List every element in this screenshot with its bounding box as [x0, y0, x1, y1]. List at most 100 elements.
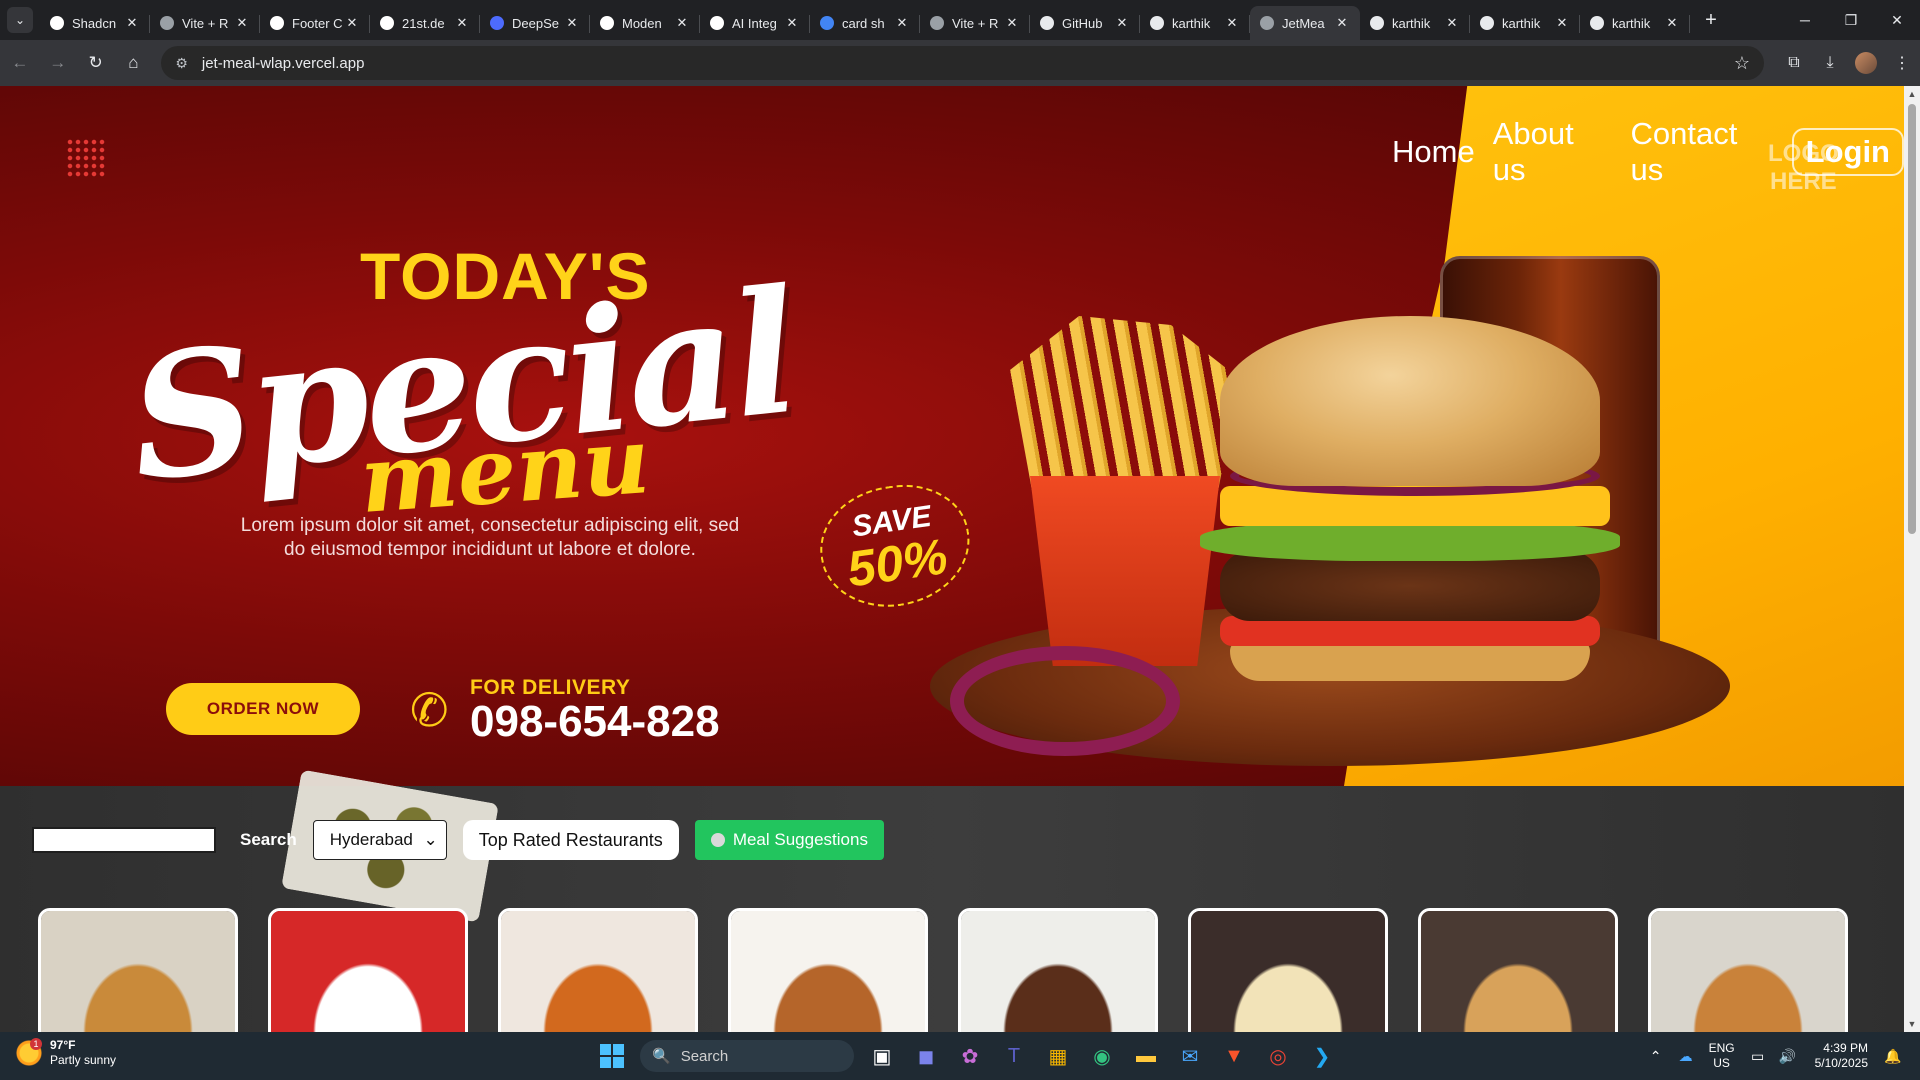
notification-icon[interactable]: 🔔 [1878, 1036, 1908, 1076]
window-controls: ─ ❐ ✕ [1782, 0, 1920, 40]
extensions-icon[interactable]: ⧉ [1776, 45, 1812, 81]
browser-tab[interactable]: Vite + R ✕ [920, 6, 1030, 40]
restaurant-card-image [1191, 911, 1385, 1045]
menu-icon[interactable]: ⋮ [1884, 45, 1920, 81]
tab-title: karthik [1612, 15, 1651, 31]
browser-tab[interactable]: JetMea ✕ [1250, 6, 1360, 40]
url-text[interactable]: jet-meal-wlap.vercel.app [202, 55, 1734, 72]
restaurant-card[interactable] [268, 908, 468, 1048]
restaurant-card[interactable] [728, 908, 928, 1048]
browser-tab[interactable]: karthik ✕ [1580, 6, 1690, 40]
tab-favicon-icon [1370, 16, 1384, 30]
tab-close-icon[interactable]: ✕ [894, 15, 910, 31]
tab-close-icon[interactable]: ✕ [564, 15, 580, 31]
top-rated-button[interactable]: Top Rated Restaurants [462, 820, 679, 860]
scroll-thumb[interactable] [1908, 104, 1916, 534]
profile-avatar[interactable] [1854, 52, 1877, 74]
tab-close-icon[interactable]: ✕ [1664, 15, 1680, 31]
nav-about-link[interactable]: About us [1493, 116, 1613, 188]
login-button[interactable]: Login [1791, 128, 1904, 176]
file-explorer-icon[interactable]: ▬ [1126, 1036, 1166, 1076]
restaurant-card[interactable] [38, 908, 238, 1048]
reload-button[interactable]: ↻ [78, 45, 114, 81]
browser-tab[interactable]: GitHub ✕ [1030, 6, 1140, 40]
tab-close-icon[interactable]: ✕ [124, 15, 140, 31]
store-icon[interactable]: ▦ [1038, 1036, 1078, 1076]
weather-widget[interactable]: 1 97°F Partly sunny [16, 1038, 116, 1068]
browser-tab[interactable]: karthik ✕ [1470, 6, 1580, 40]
tab-close-icon[interactable]: ✕ [1004, 15, 1020, 31]
mail-icon[interactable]: ✉ [1170, 1036, 1210, 1076]
tab-close-icon[interactable]: ✕ [1114, 15, 1130, 31]
restore-button[interactable]: ❐ [1828, 0, 1874, 40]
chrome-icon[interactable]: ◎ [1258, 1036, 1298, 1076]
minimize-button[interactable]: ─ [1782, 0, 1828, 40]
taskbar-search[interactable]: 🔍 Search [640, 1040, 854, 1072]
browser-tab[interactable]: Footer C ✕ [260, 6, 370, 40]
browser-tab[interactable]: Moden ✕ [590, 6, 700, 40]
task-view-icon[interactable]: ▣ [862, 1036, 902, 1076]
tab-close-icon[interactable]: ✕ [1334, 15, 1350, 31]
bun-top [1220, 316, 1600, 486]
restaurant-card[interactable] [1648, 908, 1848, 1048]
lettuce-layer [1200, 521, 1620, 561]
page-scrollbar[interactable]: ▲ ▼ [1904, 86, 1920, 1032]
tab-close-icon[interactable]: ✕ [1444, 15, 1460, 31]
forward-button[interactable]: → [40, 45, 76, 81]
back-button[interactable]: ← [2, 45, 38, 81]
tab-favicon-icon [930, 16, 944, 30]
onedrive-icon[interactable]: ☁ [1671, 1036, 1701, 1076]
scroll-up-arrow[interactable]: ▲ [1904, 86, 1920, 102]
download-icon[interactable]: ⤓ [1812, 45, 1848, 81]
tab-close-icon[interactable]: ✕ [454, 15, 470, 31]
tab-close-icon[interactable]: ✕ [344, 15, 360, 31]
tab-close-icon[interactable]: ✕ [1554, 15, 1570, 31]
meal-suggestions-toggle[interactable]: Meal Suggestions [694, 820, 884, 860]
restaurant-card[interactable] [1418, 908, 1618, 1048]
nav-home-link[interactable]: Home [1392, 134, 1475, 170]
browser-tab[interactable]: Shadcn ✕ [40, 6, 150, 40]
copilot-icon[interactable]: ✿ [950, 1036, 990, 1076]
language-indicator[interactable]: ENG US [1709, 1041, 1735, 1071]
browser-tab[interactable]: karthik ✕ [1140, 6, 1250, 40]
tab-close-icon[interactable]: ✕ [1224, 15, 1240, 31]
vscode-icon[interactable]: ❯ [1302, 1036, 1342, 1076]
browser-tab[interactable]: AI Integ ✕ [700, 6, 810, 40]
new-tab-button[interactable]: + [1694, 3, 1728, 37]
chat-icon[interactable]: ◼ [906, 1036, 946, 1076]
tab-title: 21st.de [402, 15, 445, 31]
edge-icon[interactable]: ◉ [1082, 1036, 1122, 1076]
hero-description: Lorem ipsum dolor sit amet, consectetur … [240, 515, 740, 560]
browser-tab[interactable]: 21st.de ✕ [370, 6, 480, 40]
nav-contact-link[interactable]: Contact us [1631, 116, 1776, 188]
clock[interactable]: 4:39 PM 5/10/2025 [1815, 1041, 1868, 1071]
address-bar[interactable]: ⚙ jet-meal-wlap.vercel.app ☆ [161, 46, 1764, 80]
restaurant-card[interactable] [498, 908, 698, 1048]
browser-tab[interactable]: DeepSe ✕ [480, 6, 590, 40]
tab-close-icon[interactable]: ✕ [784, 15, 800, 31]
site-info-icon[interactable]: ⚙ [175, 55, 188, 72]
volume-icon[interactable]: 🔊 [1773, 1036, 1803, 1076]
order-now-button[interactable]: ORDER NOW [166, 683, 360, 735]
browser-tab[interactable]: Vite + R ✕ [150, 6, 260, 40]
search-input[interactable] [32, 827, 216, 853]
tab-close-icon[interactable]: ✕ [674, 15, 690, 31]
start-button[interactable] [592, 1036, 632, 1076]
bookmark-star-icon[interactable]: ☆ [1734, 53, 1750, 74]
city-select[interactable]: Hyderabad ⌄ [312, 820, 447, 860]
teams-icon[interactable]: T [994, 1036, 1034, 1076]
restaurant-card[interactable] [1188, 908, 1388, 1048]
close-window-button[interactable]: ✕ [1874, 0, 1920, 40]
home-button[interactable]: ⌂ [115, 45, 151, 81]
phone-icon: ✆ [410, 684, 449, 736]
search-label[interactable]: Search [240, 830, 297, 850]
tab-search-button[interactable]: ⌄ [0, 0, 40, 40]
network-icon[interactable]: ▭ [1743, 1036, 1773, 1076]
browser-tab[interactable]: card sh ✕ [810, 6, 920, 40]
restaurant-card[interactable] [958, 908, 1158, 1048]
scroll-down-arrow[interactable]: ▼ [1904, 1016, 1920, 1032]
brave-icon[interactable]: ▼ [1214, 1036, 1254, 1076]
browser-tab[interactable]: karthik ✕ [1360, 6, 1470, 40]
tab-close-icon[interactable]: ✕ [234, 15, 250, 31]
chevron-up-icon[interactable]: ⌃ [1641, 1036, 1671, 1076]
